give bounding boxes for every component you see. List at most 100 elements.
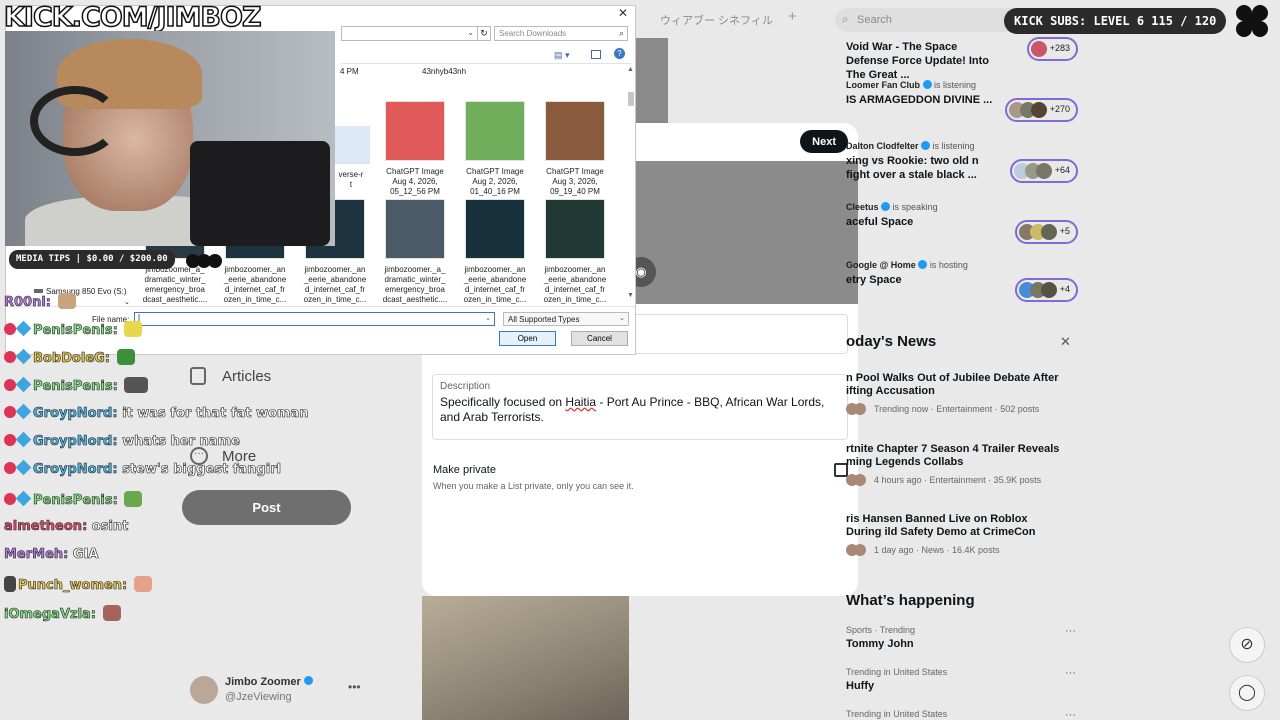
space-card[interactable]: Loomer Fan Club is listening IS ARMAGEDD…: [846, 80, 1078, 122]
space-listeners: +4: [1014, 278, 1078, 302]
file-item[interactable]: jimbozoomer._an _eerie_abandone d_intern…: [536, 199, 614, 305]
badge-icon: [4, 434, 16, 446]
space-card[interactable]: Dalton Clodfelter is listening xing vs R…: [846, 141, 1078, 183]
chat-message: GroypNord: whats her name: [4, 431, 240, 449]
file-name: jimbozoomer._an _eerie_abandone d_intern…: [463, 265, 527, 304]
filetype-select[interactable]: All Supported Types ⌄: [503, 312, 629, 326]
view-options-icon[interactable]: ▤ ▾: [554, 50, 570, 61]
file-item[interactable]: jimbozoomer._a_ dramatic_winter_ emergen…: [376, 199, 454, 305]
badge-icon: [4, 351, 16, 363]
file-item-selected[interactable]: verse-r t: [332, 126, 370, 190]
chat-message: GroypNord: stew's biggest fangirl: [4, 459, 281, 477]
space-title: aceful Space: [846, 216, 914, 228]
scroll-up-icon[interactable]: ▲: [627, 66, 634, 73]
subscriber-gem-icon: [15, 348, 32, 365]
more-options-icon[interactable]: ···: [1065, 667, 1076, 679]
vertical-scrollbar[interactable]: ▲ ▼: [626, 66, 635, 302]
scrollbar-thumb[interactable]: [628, 92, 634, 106]
file-item-partial[interactable]: 43nhyb43nh: [422, 67, 466, 77]
open-button[interactable]: Open: [499, 331, 556, 346]
close-icon[interactable]: ✕: [1060, 334, 1071, 350]
chat-message: almetheon: osint: [4, 519, 129, 535]
browser-tab-title[interactable]: ウィアブー シネフィル: [660, 12, 773, 28]
news-item[interactable]: rtnite Chapter 7 Season 4 Trailer Reveal…: [846, 443, 1066, 486]
emote-icon: [102, 605, 121, 621]
file-thumbnail: [385, 199, 445, 259]
webcam-feed: [5, 31, 335, 246]
file-thumbnail: [465, 199, 525, 259]
file-name: ChatGPT Image Aug 3, 2026, 09_19_40 PM: [546, 167, 604, 196]
post-button[interactable]: Post: [182, 490, 351, 525]
file-item[interactable]: jimbozoomer._an _eerie_abandone d_intern…: [456, 199, 534, 305]
preview-pane-icon[interactable]: [591, 50, 601, 59]
chat-message: PenisPenis:: [4, 490, 143, 508]
trend-item[interactable]: Sports · Trending Tommy John ···: [846, 625, 1076, 650]
chat-message: Punch_women:: [4, 576, 152, 593]
filename-input[interactable]: | ⌄: [134, 312, 495, 326]
file-item[interactable]: ChatGPT Image Aug 4, 2026, 05_12_56 PM: [376, 101, 454, 197]
more-options-icon[interactable]: ···: [1065, 709, 1076, 720]
help-icon[interactable]: ?: [614, 48, 625, 59]
refresh-icon[interactable]: ↻: [477, 26, 491, 41]
more-options-icon[interactable]: •••: [348, 680, 361, 694]
trend-item[interactable]: Trending in United States Huffy ···: [846, 667, 1076, 692]
close-icon[interactable]: ✕: [618, 6, 628, 20]
space-host: Cleetus is speaking: [846, 202, 938, 212]
file-name: jimbozoomer._an _eerie_abandone d_intern…: [543, 265, 607, 304]
subscriber-gem-icon: [15, 320, 32, 337]
file-item[interactable]: ChatGPT Image Aug 2, 2026, 01_40_16 PM: [456, 101, 534, 197]
description-label: Description: [440, 381, 491, 392]
file-name: jimbozoomer._a_ dramatic_winter_ emergen…: [382, 265, 448, 304]
badge-icon: [4, 406, 16, 418]
news-meta: Trending now · Entertainment · 502 posts: [846, 403, 1066, 415]
space-card[interactable]: Google @ Home is hosting etry Space +4: [846, 260, 1078, 302]
chat-message: GroypNord: it was for that fat woman: [4, 403, 309, 421]
trend-name: Huffy: [846, 680, 875, 692]
description-field[interactable]: Description Specifically focused on Hait…: [432, 374, 848, 440]
address-bar[interactable]: ⌄: [341, 26, 478, 41]
space-card[interactable]: Cleetus is speaking aceful Space +5: [846, 202, 1078, 244]
news-item[interactable]: ris Hansen Banned Live on Roblox During …: [846, 513, 1066, 556]
messages-icon[interactable]: ◯: [1229, 675, 1265, 711]
make-private-hint: When you make a List private, only you c…: [433, 481, 634, 491]
space-listeners: +5: [1014, 220, 1078, 244]
news-meta: 4 hours ago · Entertainment · 35.9K post…: [846, 474, 1066, 486]
chat-message: R00nl:: [4, 293, 76, 310]
chevron-down-icon[interactable]: ⌄: [124, 298, 130, 306]
trend-item[interactable]: Trending in United States ···: [846, 709, 1076, 720]
avatar: [190, 676, 218, 704]
space-card[interactable]: Void War - The Space Defense Force Updat…: [846, 37, 1078, 82]
divider: [341, 63, 631, 64]
space-host: Google @ Home is hosting: [846, 260, 968, 270]
emote-icon: [124, 321, 143, 337]
news-item[interactable]: n Pool Walks Out of Jubilee Debate After…: [846, 372, 1066, 415]
next-button[interactable]: Next: [800, 130, 848, 153]
search-placeholder: Search Downloads: [499, 29, 567, 38]
news-headline: ris Hansen Banned Live on Roblox During …: [846, 513, 1036, 538]
file-item-partial[interactable]: 4 PM: [340, 67, 359, 77]
more-options-icon[interactable]: ···: [1065, 625, 1076, 637]
file-item[interactable]: ChatGPT Image Aug 3, 2026, 09_19_40 PM: [536, 101, 614, 197]
grok-icon[interactable]: ⊘: [1229, 627, 1265, 663]
chat-message: PenisPenis:: [4, 320, 143, 338]
subscriber-gem-icon: [15, 431, 32, 448]
account-handle: @JzeViewing: [225, 691, 292, 703]
space-host: Loomer Fan Club is listening: [846, 80, 977, 90]
file-name: ChatGPT Image Aug 2, 2026, 01_40_16 PM: [466, 167, 524, 196]
scroll-down-icon[interactable]: ▼: [627, 292, 634, 299]
news-headline: rtnite Chapter 7 Season 4 Trailer Reveal…: [846, 443, 1060, 468]
verified-icon: [303, 676, 313, 685]
file-thumbnail: [465, 101, 525, 161]
space-listeners: +270: [1004, 98, 1078, 122]
file-thumbnail: [545, 199, 605, 259]
cancel-button[interactable]: Cancel: [571, 331, 628, 346]
make-private-label: Make private: [433, 464, 496, 476]
subscriber-gem-icon: [15, 403, 32, 420]
search-downloads-input[interactable]: Search Downloads ⌕: [494, 26, 628, 41]
subscriber-gem-icon: [15, 490, 32, 507]
verified-icon: [921, 141, 931, 150]
new-tab-button[interactable]: +: [788, 8, 797, 25]
emote-icon: [116, 349, 135, 365]
chat-message: PenisPenis:: [4, 376, 149, 394]
kick-subs-overlay: KICK SUBS: LEVEL 6 115 / 120: [1004, 8, 1227, 34]
